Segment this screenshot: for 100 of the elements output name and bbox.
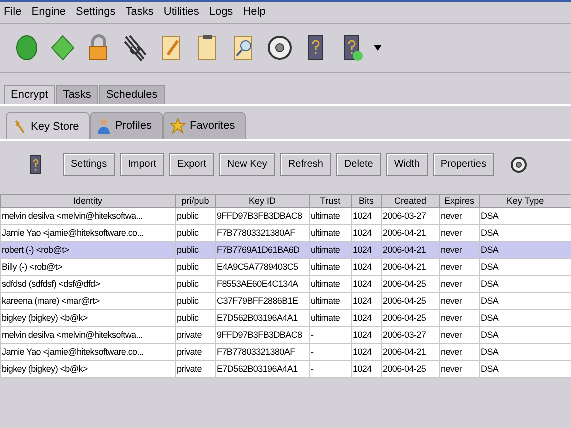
tab[interactable]: Tasks xyxy=(56,85,98,104)
toolbar-button[interactable]: Refresh xyxy=(280,153,332,176)
table-row[interactable]: kareena (mare) <mar@rt> public C37F79BFF2886B1E ultimate 1024 2006-04-25 never DSA xyxy=(0,292,571,310)
table-cell: never xyxy=(440,208,480,224)
menu-item[interactable]: Settings xyxy=(76,6,116,20)
table-cell: public xyxy=(176,242,216,258)
table-cell: 1024 xyxy=(352,242,382,258)
table-cell: public xyxy=(176,292,216,310)
table-cell: kareena (mare) <mar@rt> xyxy=(0,292,176,310)
column-header[interactable]: Trust xyxy=(310,194,352,208)
table-cell: 1024 xyxy=(352,292,382,310)
column-header[interactable]: Key ID xyxy=(216,194,310,208)
tab[interactable]: Key Store xyxy=(6,112,90,139)
table-cell: F7B77803321380AF xyxy=(216,344,310,360)
table-cell: Jamie Yao <jamie@hiteksoftware.co... xyxy=(0,344,176,360)
table-row[interactable]: robert (-) <rob@t> public F7B7769A1D61BA6D ultimate 1024 2006-04-21 never DSA xyxy=(0,242,571,258)
table-cell: ultimate xyxy=(310,242,352,258)
column-header[interactable]: pri/pub xyxy=(176,194,216,208)
table-cell: - xyxy=(310,360,352,378)
menu-item[interactable]: Help xyxy=(243,6,266,20)
table-cell: C37F79BFF2886B1E xyxy=(216,292,310,310)
table-cell: never xyxy=(440,276,480,292)
table-cell: never xyxy=(440,360,480,378)
table-row[interactable]: bigkey (bigkey) <b@k> private E7D562B03196A4A1 - 1024 2006-04-25 never DSA xyxy=(0,360,571,378)
table-cell: 9FFD97B3FB3DBAC8 xyxy=(216,208,310,224)
table-cell: F7B7769A1D61BA6D xyxy=(216,242,310,258)
menu-item[interactable]: Tasks xyxy=(126,6,154,20)
table-row[interactable]: Billy (-) <rob@t> public E4A9C5A7789403C5 ultimate 1024 2006-04-21 never DSA xyxy=(0,258,571,276)
person-icon xyxy=(97,118,112,134)
table-cell: 1024 xyxy=(352,310,382,326)
table-cell: 2006-04-21 xyxy=(382,242,440,258)
toolbar-button[interactable]: Export xyxy=(169,153,214,176)
table-cell: ultimate xyxy=(310,208,352,224)
toolbar-button[interactable]: Settings xyxy=(63,153,116,176)
table-cell: 2006-03-27 xyxy=(382,326,440,344)
table-row[interactable]: sdfdsd (sdfdsf) <dsf@dfd> public F8553AE60E4C134A ultimate 1024 2006-04-25 never DSA xyxy=(0,276,571,292)
table-row[interactable]: melvin desilva <melvin@hiteksoftwa... private 9FFD97B3FB3DBAC8 - 1024 2006-03-27 never DSA xyxy=(0,326,571,344)
table-row[interactable]: melvin desilva <melvin@hiteksoftwa... public 9FFD97B3FB3DBAC8 ultimate 1024 2006-03-27 never DSA xyxy=(0,208,571,224)
table-cell: - xyxy=(310,326,352,344)
table-cell: never xyxy=(440,326,480,344)
table-cell: 1024 xyxy=(352,276,382,292)
disc-icon[interactable] xyxy=(511,156,528,174)
column-header[interactable]: Expires xyxy=(440,194,480,208)
table-cell: 1024 xyxy=(352,208,382,224)
table-cell: private xyxy=(176,326,216,344)
toolbar-button[interactable]: Import xyxy=(120,153,164,176)
table-cell: melvin desilva <melvin@hiteksoftwa... xyxy=(0,208,176,224)
toolbar-button[interactable]: Delete xyxy=(336,153,382,176)
table-cell: E4A9C5A7789403C5 xyxy=(216,258,310,276)
table-cell: 2006-04-21 xyxy=(382,258,440,276)
toolbar-button[interactable]: New Key xyxy=(219,153,276,176)
toolbar-button[interactable]: Width xyxy=(386,153,428,176)
table-cell: 2006-04-21 xyxy=(382,344,440,360)
table-cell: DSA xyxy=(480,242,571,258)
table-row[interactable]: Jamie Yao <jamie@hiteksoftware.co... private F7B77803321380AF - 1024 2006-04-21 never DSA xyxy=(0,344,571,360)
table-cell: E7D562B03196A4A1 xyxy=(216,360,310,378)
table-cell: 1024 xyxy=(352,344,382,360)
table-cell: public xyxy=(176,276,216,292)
table-cell: robert (-) <rob@t> xyxy=(0,242,176,258)
table-cell: ultimate xyxy=(310,310,352,326)
tab[interactable]: Schedules xyxy=(99,85,165,104)
menu-item[interactable]: Logs xyxy=(209,6,234,20)
column-header[interactable]: Key Type xyxy=(480,194,571,208)
key-icon xyxy=(13,119,27,135)
table-cell: 2006-04-25 xyxy=(382,292,440,310)
table-cell: never xyxy=(440,344,480,360)
toolbar-button[interactable]: Properties xyxy=(432,153,494,176)
table-cell: 1024 xyxy=(352,258,382,276)
table-cell: public xyxy=(176,208,216,224)
table-cell: 1024 xyxy=(352,360,382,378)
menu-item[interactable]: Utilities xyxy=(164,6,200,20)
menu-item[interactable]: Engine xyxy=(32,6,66,20)
table-cell: E7D562B03196A4A1 xyxy=(216,310,310,326)
tab[interactable]: Favorites xyxy=(163,112,246,139)
table-cell: bigkey (bigkey) <b@k> xyxy=(0,310,176,326)
table-cell: public xyxy=(176,258,216,276)
table-cell: 1024 xyxy=(352,326,382,344)
help-book-icon[interactable] xyxy=(30,154,42,174)
table-row[interactable]: bigkey (bigkey) <b@k> public E7D562B03196A4A1 ultimate 1024 2006-04-25 never DSA xyxy=(0,310,571,326)
menu-item[interactable]: File xyxy=(4,6,22,20)
table-cell: 2006-04-25 xyxy=(382,276,440,292)
table-cell: bigkey (bigkey) <b@k> xyxy=(0,360,176,378)
disc-icon[interactable] xyxy=(266,33,294,63)
tab[interactable]: Profiles xyxy=(90,112,163,139)
table-cell: never xyxy=(440,310,480,326)
column-header[interactable]: Created xyxy=(382,194,440,208)
column-header[interactable]: Bits xyxy=(352,194,382,208)
table-cell: ultimate xyxy=(310,276,352,292)
table-cell: F8553AE60E4C134A xyxy=(216,276,310,292)
table-cell: ultimate xyxy=(310,292,352,310)
column-header[interactable]: Identity xyxy=(0,194,176,208)
table-cell: never xyxy=(440,242,480,258)
table-cell: 2006-03-27 xyxy=(382,208,440,224)
table-cell: never xyxy=(440,258,480,276)
dropdown-caret-icon[interactable] xyxy=(374,45,382,51)
table-cell: Billy (-) <rob@t> xyxy=(0,258,176,276)
table-cell: private xyxy=(176,360,216,378)
table-cell: 2006-04-25 xyxy=(382,360,440,378)
table-cell: ultimate xyxy=(310,258,352,276)
tab[interactable]: Encrypt xyxy=(4,85,56,104)
